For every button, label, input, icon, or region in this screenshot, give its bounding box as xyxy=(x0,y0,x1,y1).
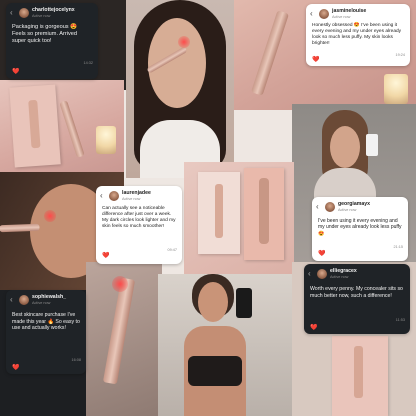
dm-card: ‹ laurenjadee Active now Can actually se… xyxy=(96,186,182,264)
heart-icon: ❤️ xyxy=(12,69,20,75)
device-wand xyxy=(251,10,289,96)
photo-woman-portrait xyxy=(126,0,234,178)
back-icon[interactable]: ‹ xyxy=(100,192,106,200)
heart-icon: ❤️ xyxy=(310,325,318,331)
photo-product-box-sheets xyxy=(0,80,124,172)
avatar xyxy=(319,9,329,19)
dm-card: ‹ charlottejocelynx Active now Packaging… xyxy=(6,3,98,79)
dm-card: ‹ georgiamayx Active now I've been using… xyxy=(312,197,408,261)
message-text: Honestly obsessed 😍 I've been using it e… xyxy=(312,23,402,46)
back-icon[interactable]: ‹ xyxy=(10,296,16,304)
device-wand xyxy=(0,223,40,233)
product-box xyxy=(198,172,240,254)
timestamp: 21:15 xyxy=(393,245,403,249)
device-wand xyxy=(102,277,136,385)
candle xyxy=(96,126,116,154)
status-text: Active now xyxy=(332,15,351,19)
message-text: Worth every penny. My concealer sits so … xyxy=(310,286,403,299)
timestamp: 14:32 xyxy=(83,61,93,65)
heart-icon: ❤️ xyxy=(12,365,20,371)
timestamp: 11:53 xyxy=(395,318,405,322)
status-text: Active now xyxy=(330,275,349,279)
back-icon[interactable]: ‹ xyxy=(308,270,314,278)
device-wand xyxy=(59,100,85,158)
red-light-glow xyxy=(112,276,128,292)
candle xyxy=(384,74,408,104)
message-text: I've been using it every evening and my … xyxy=(318,218,402,237)
status-text: Active now xyxy=(122,197,141,201)
dm-card: ‹ sophiewalsh_ Active now Best skincare … xyxy=(6,290,86,374)
face-shape xyxy=(330,126,360,168)
product-box xyxy=(332,336,388,416)
status-text: Active now xyxy=(32,301,51,305)
avatar xyxy=(19,295,29,305)
timestamp: 19:24 xyxy=(395,53,405,57)
heart-icon: ❤️ xyxy=(318,251,326,257)
status-text: Active now xyxy=(32,14,51,18)
photo-product-box-center xyxy=(184,162,294,278)
photo-mirror-selfie xyxy=(158,274,292,416)
red-light-glow xyxy=(178,36,190,48)
avatar xyxy=(325,202,335,212)
back-icon[interactable]: ‹ xyxy=(310,10,316,18)
message-text: Best skincare purchase I've made this ye… xyxy=(12,312,80,332)
product-box-open xyxy=(244,168,284,260)
status-text: Active now xyxy=(338,208,357,212)
red-light-glow xyxy=(44,210,56,222)
message-text: Packaging is gorgeous 😍 Feels so premium… xyxy=(12,24,78,44)
timestamp: 09:47 xyxy=(167,248,177,252)
back-icon[interactable]: ‹ xyxy=(316,203,322,211)
avatar xyxy=(19,8,29,18)
heart-icon: ❤️ xyxy=(312,57,320,63)
product-box xyxy=(9,84,61,168)
heart-icon: ❤️ xyxy=(102,253,110,259)
avatar xyxy=(109,191,119,201)
dm-card: ‹ elliegracex Active now Worth every pen… xyxy=(304,264,410,334)
back-icon[interactable]: ‹ xyxy=(10,9,16,17)
avatar xyxy=(317,269,327,279)
timestamp: 16:08 xyxy=(71,358,81,362)
message-text: Can actually see a noticeable difference… xyxy=(102,206,176,229)
photo-hand-device xyxy=(86,262,162,416)
face-shape xyxy=(198,282,228,322)
dm-card: ‹ jasminelouise Active now Honestly obse… xyxy=(306,4,410,66)
